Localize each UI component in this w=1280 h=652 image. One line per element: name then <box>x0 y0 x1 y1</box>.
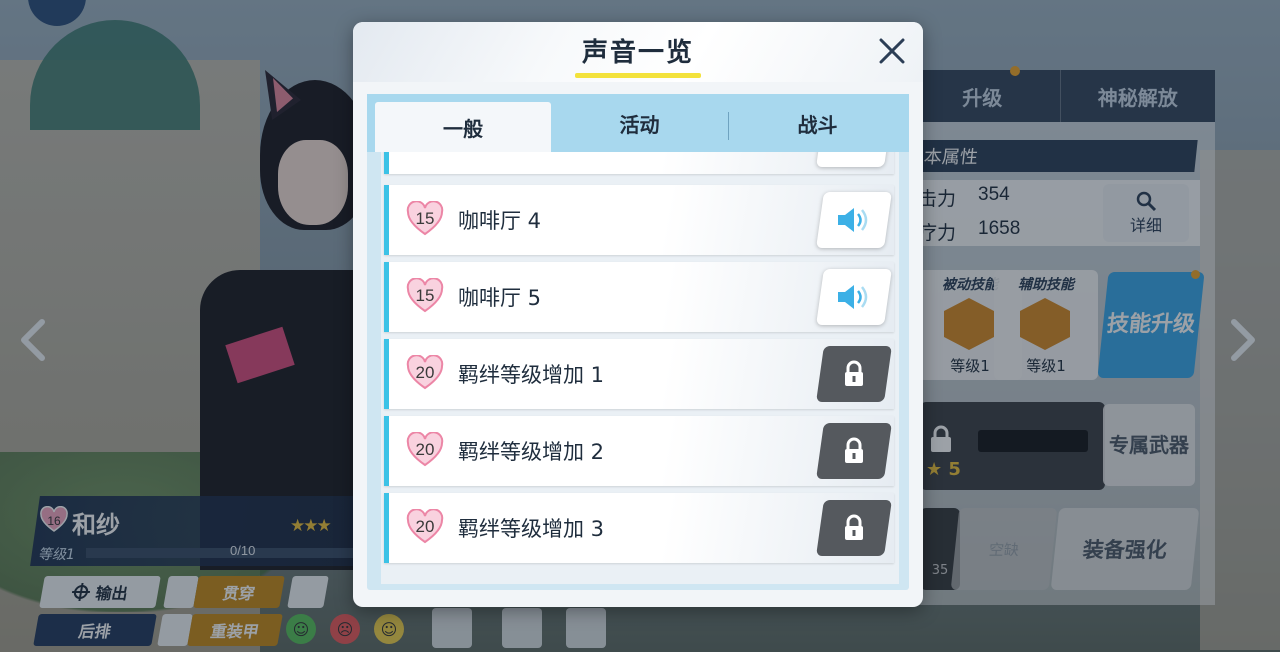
lock-icon <box>845 360 863 386</box>
dialog-header: 声音一览 <box>353 22 923 82</box>
list-item: 15 咖啡厅 5 <box>384 262 894 332</box>
voice-label: 咖啡厅 4 <box>458 209 542 233</box>
play-button[interactable] <box>816 152 892 167</box>
tab-event[interactable]: 活动 <box>551 94 728 152</box>
list-item: 20 羁绊等级增加 3 <box>384 493 894 563</box>
voice-label: 羁绊等级增加 1 <box>458 363 605 387</box>
locked-button[interactable] <box>816 500 892 556</box>
lock-icon <box>845 437 863 463</box>
voice-label: 羁绊等级增加 3 <box>458 517 605 541</box>
locked-button[interactable] <box>816 346 892 402</box>
play-button[interactable] <box>816 269 892 325</box>
title-underline <box>575 73 701 78</box>
voice-list-dialog: 声音一览 一般 活动 战斗 15 咖啡厅 4 15 咖啡厅 5 20 羁绊等级增… <box>353 22 923 607</box>
speaker-icon <box>838 285 868 309</box>
play-button[interactable] <box>816 192 892 248</box>
heart-level: 15 <box>415 286 435 305</box>
heart-level: 20 <box>415 440 435 459</box>
heart-level: 15 <box>415 209 435 228</box>
list-item: 20 羁绊等级增加 1 <box>384 339 894 409</box>
tab-battle[interactable]: 战斗 <box>729 94 906 152</box>
voice-list[interactable]: 15 咖啡厅 4 15 咖啡厅 5 20 羁绊等级增加 1 20 羁绊等级增加 … <box>381 152 899 584</box>
voice-label: 羁绊等级增加 2 <box>458 440 605 464</box>
list-item: 20 羁绊等级增加 2 <box>384 416 894 486</box>
close-icon[interactable] <box>875 34 909 68</box>
voice-label: 咖啡厅 5 <box>458 286 542 310</box>
list-item: 15 咖啡厅 4 <box>384 185 894 255</box>
speaker-icon <box>838 208 868 232</box>
tab-bar: 一般 活动 战斗 <box>367 94 909 152</box>
dialog-title: 声音一览 <box>581 38 694 68</box>
tab-general[interactable]: 一般 <box>375 102 551 152</box>
heart-level: 20 <box>415 363 435 382</box>
tab-container: 一般 活动 战斗 15 咖啡厅 4 15 咖啡厅 5 20 羁绊等级增加 1 2… <box>367 94 909 590</box>
lock-icon <box>845 514 863 540</box>
locked-button[interactable] <box>816 423 892 479</box>
list-item-partial <box>384 152 894 174</box>
heart-level: 20 <box>415 517 435 536</box>
